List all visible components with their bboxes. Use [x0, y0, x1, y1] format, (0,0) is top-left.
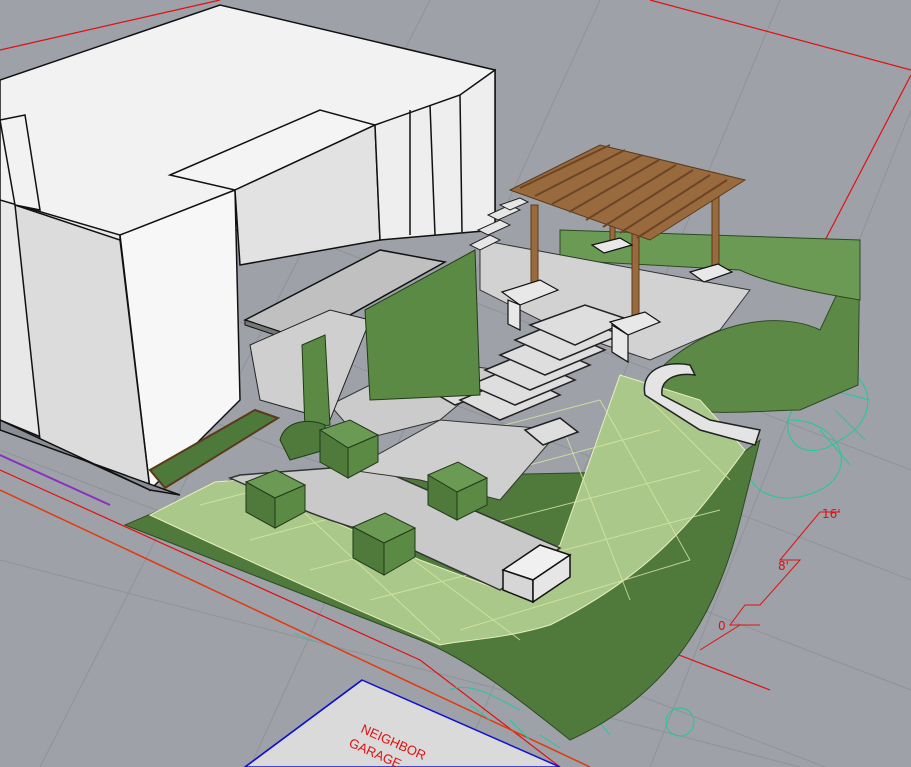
planting-tag: ~~~: [291, 628, 318, 647]
dim-label-0: 0: [718, 619, 726, 633]
dim-label-8: 8': [778, 559, 789, 573]
site-model-scene[interactable]: 16' 8' 0 NEIGHBOR GARAGE ~~~: [0, 0, 911, 767]
rhino-3d-viewport[interactable]: 16' 8' 0 NEIGHBOR GARAGE ~~~: [0, 0, 911, 767]
dim-label-16: 16': [822, 507, 841, 521]
